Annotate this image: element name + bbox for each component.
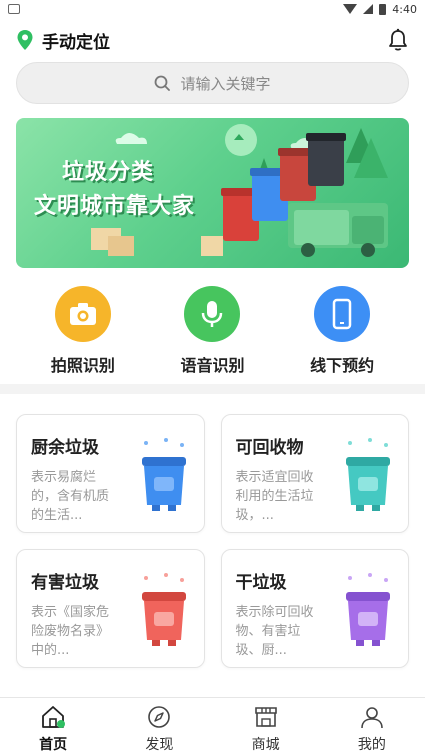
hazardous-bin-icon	[141, 573, 186, 646]
tab-profile-label: 我的	[357, 737, 386, 753]
category-desc: 表示易腐烂的，含有机质的生活...	[31, 470, 110, 523]
category-card-kitchen[interactable]: 厨余垃圾 表示易腐烂的，含有机质的生活...	[16, 414, 205, 533]
offline-booking-button[interactable]: 线下预约	[292, 286, 392, 376]
category-desc: 表示《国家危险废物名录》中的...	[31, 605, 110, 658]
tab-store[interactable]: 商城	[226, 698, 306, 755]
offline-booking-label: 线下预约	[310, 356, 375, 375]
status-bar: 4:40	[0, 0, 425, 18]
voice-recognition-button[interactable]: 语音识别	[162, 286, 262, 376]
search-icon	[155, 75, 171, 91]
recyclable-bin-icon	[346, 438, 390, 511]
category-desc: 表示适宜回收利用的生活垃圾，...	[235, 470, 314, 523]
notification-icon	[8, 4, 20, 14]
tab-profile[interactable]: 我的	[332, 698, 412, 755]
battery-icon	[379, 3, 387, 15]
tab-discover-label: 发现	[145, 737, 174, 753]
category-desc: 表示除可回收物、有害垃圾、厨...	[235, 605, 314, 658]
search-bar[interactable]: 请输入关键字	[16, 62, 409, 104]
header: 手动定位	[0, 18, 425, 62]
voice-recognition-label: 语音识别	[180, 356, 245, 375]
kitchen-bin-icon	[141, 438, 186, 511]
signal-icon	[363, 4, 374, 14]
tab-discover[interactable]: 发现	[119, 698, 199, 755]
banner-line2: 文明城市靠大家	[34, 194, 196, 219]
store-icon	[254, 707, 277, 727]
compass-icon	[148, 706, 171, 728]
location-label: 手动定位	[42, 32, 110, 53]
status-time: 4:40	[392, 2, 417, 16]
category-card-hazardous[interactable]: 有害垃圾 表示《国家危险废物名录》中的...	[16, 549, 205, 668]
photo-recognition-button[interactable]: 拍照识别	[33, 286, 133, 376]
banner-line1: 垃圾分类	[62, 160, 155, 185]
bottom-tab-bar: 首页 发现 商城 我的	[0, 697, 425, 755]
banner-slogan: 垃圾分类 文明城市靠大家	[34, 156, 195, 224]
camera-icon	[54, 286, 111, 342]
promo-banner[interactable]: 垃圾分类 文明城市靠大家	[16, 118, 409, 268]
location-selector[interactable]: 手动定位	[16, 28, 110, 53]
tab-store-label: 商城	[251, 737, 280, 753]
category-grid: 厨余垃圾 表示易腐烂的，含有机质的生活... 可回收物 表示适宜回收利用的生活垃…	[0, 394, 425, 668]
user-icon	[361, 707, 383, 729]
dry-bin-icon	[346, 573, 390, 646]
section-divider	[0, 384, 425, 394]
photo-recognition-label: 拍照识别	[50, 356, 115, 375]
quick-actions: 拍照识别 语音识别 线下预约	[0, 268, 425, 376]
search-placeholder: 请输入关键字	[180, 74, 271, 93]
category-card-dry[interactable]: 干垃圾 表示除可回收物、有害垃圾、厨...	[220, 549, 409, 668]
category-card-recyclable[interactable]: 可回收物 表示适宜回收利用的生活垃圾，...	[220, 414, 409, 533]
wifi-icon	[343, 4, 358, 14]
bell-icon[interactable]	[387, 28, 409, 52]
location-pin-icon	[17, 30, 33, 50]
microphone-icon	[184, 286, 241, 342]
tab-home[interactable]: 首页	[13, 698, 93, 755]
home-icon	[42, 706, 66, 728]
phone-icon	[314, 286, 371, 342]
tab-home-label: 首页	[39, 737, 68, 753]
